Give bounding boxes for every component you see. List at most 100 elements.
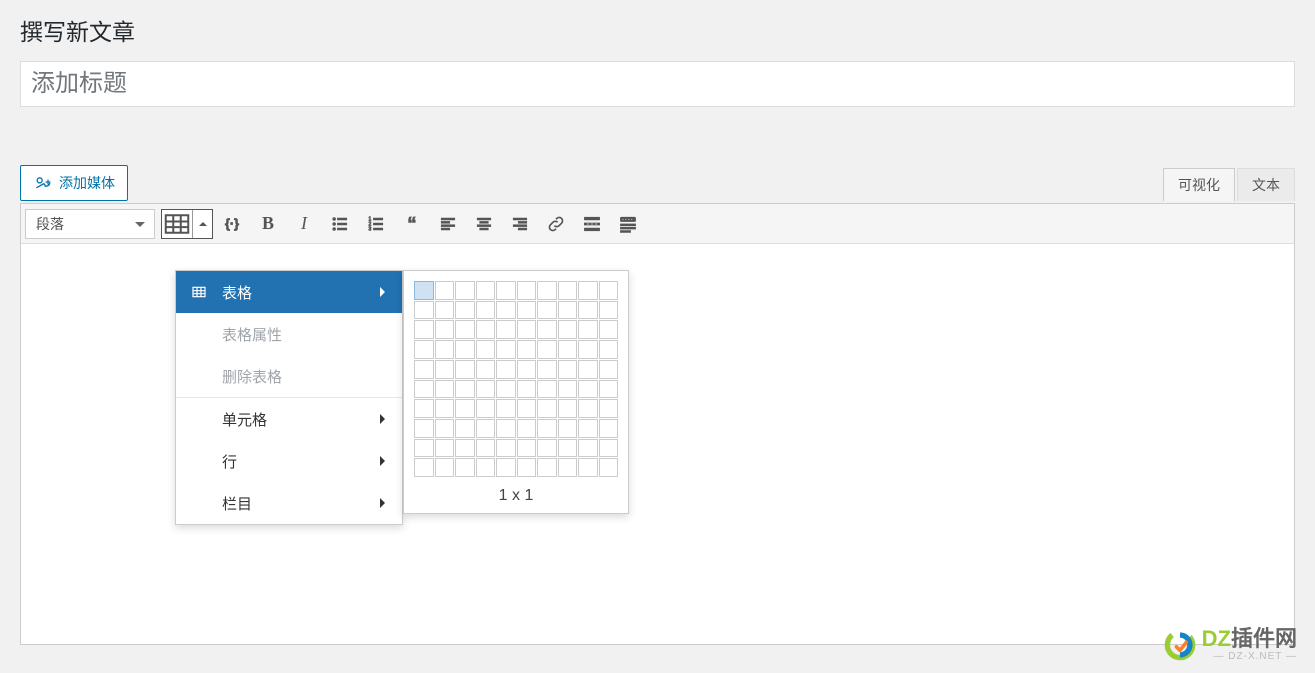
grid-cell[interactable] bbox=[599, 458, 619, 477]
grid-cell[interactable] bbox=[599, 320, 619, 339]
grid-cell[interactable] bbox=[517, 399, 537, 418]
grid-cell[interactable] bbox=[578, 419, 598, 438]
grid-cell[interactable] bbox=[558, 419, 578, 438]
grid-cell[interactable] bbox=[537, 301, 557, 320]
grid-cell[interactable] bbox=[578, 281, 598, 300]
grid-cell[interactable] bbox=[558, 399, 578, 418]
grid-cell[interactable] bbox=[455, 380, 475, 399]
grid-cell[interactable] bbox=[599, 340, 619, 359]
menu-item-cell[interactable]: 单元格 bbox=[176, 398, 402, 440]
grid-cell[interactable] bbox=[599, 399, 619, 418]
grid-cell[interactable] bbox=[517, 458, 537, 477]
toolbar-toggle-button[interactable] bbox=[611, 209, 645, 239]
grid-cell[interactable] bbox=[435, 419, 455, 438]
tab-visual[interactable]: 可视化 bbox=[1163, 168, 1235, 201]
grid-cell[interactable] bbox=[455, 419, 475, 438]
grid-cell[interactable] bbox=[578, 320, 598, 339]
grid-picker[interactable] bbox=[414, 281, 618, 477]
grid-cell[interactable] bbox=[517, 439, 537, 458]
grid-cell[interactable] bbox=[558, 360, 578, 379]
link-button[interactable] bbox=[539, 209, 573, 239]
grid-cell[interactable] bbox=[476, 458, 496, 477]
grid-cell[interactable] bbox=[455, 360, 475, 379]
align-right-button[interactable] bbox=[503, 209, 537, 239]
grid-cell[interactable] bbox=[435, 360, 455, 379]
grid-cell[interactable] bbox=[476, 340, 496, 359]
grid-cell[interactable] bbox=[578, 380, 598, 399]
grid-cell[interactable] bbox=[414, 439, 434, 458]
grid-cell[interactable] bbox=[414, 340, 434, 359]
grid-cell[interactable] bbox=[599, 360, 619, 379]
shortcode-button[interactable]: {·} bbox=[215, 209, 249, 239]
grid-cell[interactable] bbox=[517, 360, 537, 379]
grid-cell[interactable] bbox=[517, 301, 537, 320]
grid-cell[interactable] bbox=[517, 281, 537, 300]
grid-cell[interactable] bbox=[599, 281, 619, 300]
grid-cell[interactable] bbox=[517, 419, 537, 438]
ordered-list-button[interactable]: 123 bbox=[359, 209, 393, 239]
grid-cell[interactable] bbox=[517, 320, 537, 339]
grid-cell[interactable] bbox=[435, 458, 455, 477]
grid-cell[interactable] bbox=[558, 458, 578, 477]
grid-cell[interactable] bbox=[496, 301, 516, 320]
grid-cell[interactable] bbox=[517, 380, 537, 399]
grid-cell[interactable] bbox=[537, 380, 557, 399]
grid-cell[interactable] bbox=[414, 399, 434, 418]
grid-cell[interactable] bbox=[558, 320, 578, 339]
grid-cell[interactable] bbox=[496, 281, 516, 300]
grid-cell[interactable] bbox=[476, 320, 496, 339]
post-title-input[interactable] bbox=[20, 61, 1295, 107]
menu-item-row[interactable]: 行 bbox=[176, 440, 402, 482]
grid-cell[interactable] bbox=[435, 399, 455, 418]
bold-button[interactable]: B bbox=[251, 209, 285, 239]
grid-cell[interactable] bbox=[414, 281, 434, 300]
grid-cell[interactable] bbox=[476, 380, 496, 399]
grid-cell[interactable] bbox=[435, 320, 455, 339]
grid-cell[interactable] bbox=[496, 458, 516, 477]
grid-cell[interactable] bbox=[578, 360, 598, 379]
grid-cell[interactable] bbox=[455, 399, 475, 418]
grid-cell[interactable] bbox=[455, 458, 475, 477]
grid-cell[interactable] bbox=[537, 340, 557, 359]
grid-cell[interactable] bbox=[496, 399, 516, 418]
align-left-button[interactable] bbox=[431, 209, 465, 239]
grid-cell[interactable] bbox=[435, 281, 455, 300]
grid-cell[interactable] bbox=[414, 458, 434, 477]
grid-cell[interactable] bbox=[578, 301, 598, 320]
grid-cell[interactable] bbox=[558, 439, 578, 458]
grid-cell[interactable] bbox=[476, 439, 496, 458]
grid-cell[interactable] bbox=[496, 439, 516, 458]
grid-cell[interactable] bbox=[537, 419, 557, 438]
grid-cell[interactable] bbox=[476, 419, 496, 438]
grid-cell[interactable] bbox=[476, 281, 496, 300]
grid-cell[interactable] bbox=[414, 360, 434, 379]
grid-cell[interactable] bbox=[537, 281, 557, 300]
grid-cell[interactable] bbox=[537, 399, 557, 418]
menu-item-column[interactable]: 栏目 bbox=[176, 482, 402, 524]
grid-cell[interactable] bbox=[435, 340, 455, 359]
grid-cell[interactable] bbox=[558, 301, 578, 320]
blockquote-button[interactable]: “ bbox=[395, 209, 429, 239]
grid-cell[interactable] bbox=[455, 301, 475, 320]
grid-cell[interactable] bbox=[496, 360, 516, 379]
grid-cell[interactable] bbox=[455, 340, 475, 359]
read-more-button[interactable] bbox=[575, 209, 609, 239]
grid-cell[interactable] bbox=[435, 301, 455, 320]
format-dropdown[interactable]: 段落 bbox=[25, 209, 155, 239]
grid-cell[interactable] bbox=[414, 419, 434, 438]
grid-cell[interactable] bbox=[537, 320, 557, 339]
grid-cell[interactable] bbox=[476, 301, 496, 320]
grid-cell[interactable] bbox=[578, 439, 598, 458]
grid-cell[interactable] bbox=[599, 380, 619, 399]
grid-cell[interactable] bbox=[455, 320, 475, 339]
grid-cell[interactable] bbox=[599, 419, 619, 438]
grid-cell[interactable] bbox=[599, 439, 619, 458]
align-center-button[interactable] bbox=[467, 209, 501, 239]
table-split-button[interactable] bbox=[161, 209, 213, 239]
tab-text[interactable]: 文本 bbox=[1237, 168, 1295, 201]
grid-cell[interactable] bbox=[578, 340, 598, 359]
grid-cell[interactable] bbox=[414, 380, 434, 399]
grid-cell[interactable] bbox=[435, 439, 455, 458]
unordered-list-button[interactable] bbox=[323, 209, 357, 239]
grid-cell[interactable] bbox=[578, 399, 598, 418]
